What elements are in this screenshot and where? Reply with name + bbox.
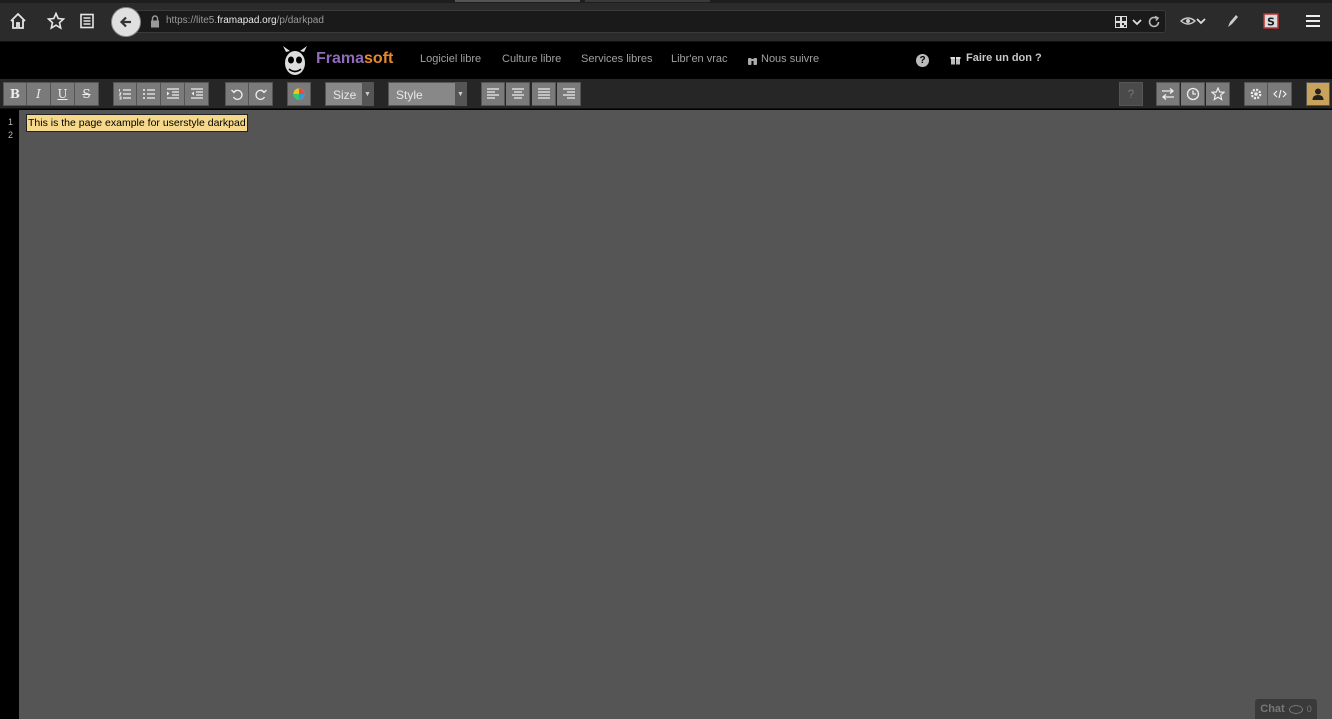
bookmark-star-icon[interactable] bbox=[44, 9, 68, 33]
bold-button[interactable]: B bbox=[3, 82, 27, 106]
url-host: framapad.org bbox=[217, 15, 277, 26]
saved-revision-button[interactable] bbox=[1206, 82, 1230, 106]
ordered-list-icon bbox=[118, 89, 131, 100]
indent-button[interactable] bbox=[161, 82, 185, 106]
chat-bubble-icon bbox=[1288, 704, 1303, 714]
url-prefix: https://lite5. bbox=[166, 15, 218, 26]
outdent-button[interactable] bbox=[185, 82, 209, 106]
reload-icon[interactable] bbox=[1147, 15, 1161, 29]
redo-button[interactable] bbox=[249, 82, 273, 106]
nav-link-nous-suivre[interactable]: Nous suivre bbox=[761, 53, 819, 65]
chat-label: Chat bbox=[1260, 703, 1285, 715]
timeslider-button[interactable] bbox=[1181, 82, 1205, 106]
lock-icon bbox=[151, 15, 159, 28]
nav-link-logiciel-libre[interactable]: Logiciel libre bbox=[420, 53, 481, 65]
users-button[interactable] bbox=[1306, 82, 1330, 106]
donate-link[interactable]: Faire un don ? bbox=[966, 52, 1042, 64]
pad-editor[interactable]: This is the page example for userstyle d… bbox=[19, 110, 1332, 719]
color-palette-icon bbox=[293, 88, 305, 100]
home-icon[interactable] bbox=[6, 9, 30, 33]
help-icon[interactable]: ? bbox=[916, 54, 929, 67]
binoculars-icon bbox=[748, 58, 757, 65]
chevron-down-icon: ▼ bbox=[455, 83, 466, 105]
nav-link-libren-vrac[interactable]: Libr'en vrac bbox=[671, 53, 728, 65]
qr-code-icon[interactable] bbox=[1115, 16, 1127, 28]
align-left-button[interactable] bbox=[481, 82, 505, 106]
import-export-button[interactable] bbox=[1156, 82, 1180, 106]
align-center-button[interactable] bbox=[506, 82, 530, 106]
font-size-select[interactable]: Size ▼ bbox=[325, 82, 374, 106]
browser-toolbar: https://lite5.framapad.org/p/darkpad S bbox=[0, 0, 1332, 42]
paragraph-style-select[interactable]: Style ▼ bbox=[388, 82, 467, 106]
tab-strip bbox=[0, 0, 1332, 3]
align-left-icon bbox=[487, 88, 499, 99]
url-path: /p/darkpad bbox=[276, 15, 324, 26]
arrow-left-icon bbox=[119, 16, 131, 28]
indent-icon bbox=[166, 88, 179, 99]
help-button[interactable]: ? bbox=[1119, 82, 1143, 106]
outdent-icon bbox=[190, 88, 203, 99]
italic-button[interactable]: I bbox=[27, 82, 51, 106]
import-export-icon bbox=[1161, 88, 1175, 100]
stylish-icon[interactable]: S bbox=[1259, 9, 1283, 33]
nav-link-services-libres[interactable]: Services libres bbox=[581, 53, 653, 65]
framasoft-brand[interactable]: Framasoft bbox=[316, 50, 393, 68]
settings-button[interactable] bbox=[1244, 82, 1268, 106]
url-bar[interactable]: https://lite5.framapad.org/p/darkpad bbox=[136, 10, 1166, 33]
align-center-icon bbox=[511, 88, 524, 99]
tab-indicator[interactable] bbox=[585, 0, 710, 2]
chevron-down-icon[interactable] bbox=[1132, 16, 1142, 28]
line-number: 2 bbox=[8, 130, 14, 140]
align-right-button[interactable] bbox=[557, 82, 581, 106]
brand-part-2: soft bbox=[364, 50, 394, 67]
undo-button[interactable] bbox=[225, 82, 249, 106]
code-icon bbox=[1272, 89, 1287, 99]
svg-text:S: S bbox=[1267, 16, 1275, 29]
reading-list-icon[interactable] bbox=[75, 9, 99, 33]
chat-button[interactable]: Chat 0 bbox=[1255, 699, 1317, 719]
unordered-list-icon bbox=[142, 89, 155, 99]
url-text: https://lite5.framapad.org/p/darkpad bbox=[166, 15, 324, 26]
menu-icon[interactable] bbox=[1301, 9, 1325, 33]
editor-toolbar: B I U S Size ▼ Style ▼ ? bbox=[0, 79, 1332, 109]
pen-icon[interactable] bbox=[1221, 9, 1245, 33]
line-number: 1 bbox=[8, 117, 14, 127]
framasoft-logo-icon[interactable] bbox=[278, 44, 312, 78]
gear-icon bbox=[1250, 88, 1262, 100]
align-right-icon bbox=[562, 88, 575, 99]
underline-button[interactable]: U bbox=[51, 82, 75, 106]
brand-part-1: Frama bbox=[316, 50, 365, 67]
align-justify-button[interactable] bbox=[532, 82, 556, 106]
star-icon bbox=[1210, 87, 1225, 101]
unordered-list-button[interactable] bbox=[137, 82, 161, 106]
redo-icon bbox=[254, 89, 267, 100]
paragraph-style-label: Style bbox=[396, 88, 423, 102]
clock-icon bbox=[1186, 87, 1199, 101]
embed-button[interactable] bbox=[1268, 82, 1292, 106]
strikethrough-button[interactable]: S bbox=[75, 82, 99, 106]
line-number-gutter: 1 2 bbox=[0, 110, 19, 719]
font-size-label: Size bbox=[333, 88, 357, 102]
color-picker-button[interactable] bbox=[287, 82, 311, 106]
chevron-down-icon: ▼ bbox=[362, 83, 373, 105]
gift-icon bbox=[950, 57, 961, 65]
framasoft-nav: Framasoft Logiciel libre Culture libre S… bbox=[0, 42, 1332, 79]
chat-count: 0 bbox=[1306, 704, 1312, 714]
user-icon bbox=[1312, 88, 1324, 100]
tab-indicator[interactable] bbox=[455, 0, 580, 2]
align-justify-icon bbox=[537, 88, 550, 99]
undo-icon bbox=[231, 89, 243, 100]
ordered-list-button[interactable] bbox=[113, 82, 137, 106]
back-button[interactable] bbox=[111, 7, 141, 37]
nav-link-culture-libre[interactable]: Culture libre bbox=[502, 53, 561, 65]
chevron-down-icon[interactable] bbox=[1192, 9, 1210, 33]
pad-text-line[interactable]: This is the page example for userstyle d… bbox=[26, 114, 248, 132]
